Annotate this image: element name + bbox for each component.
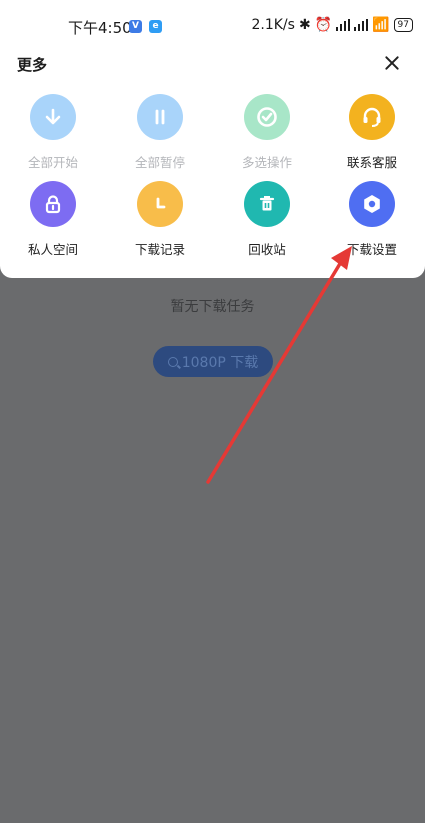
annotation-arrow xyxy=(206,246,352,484)
